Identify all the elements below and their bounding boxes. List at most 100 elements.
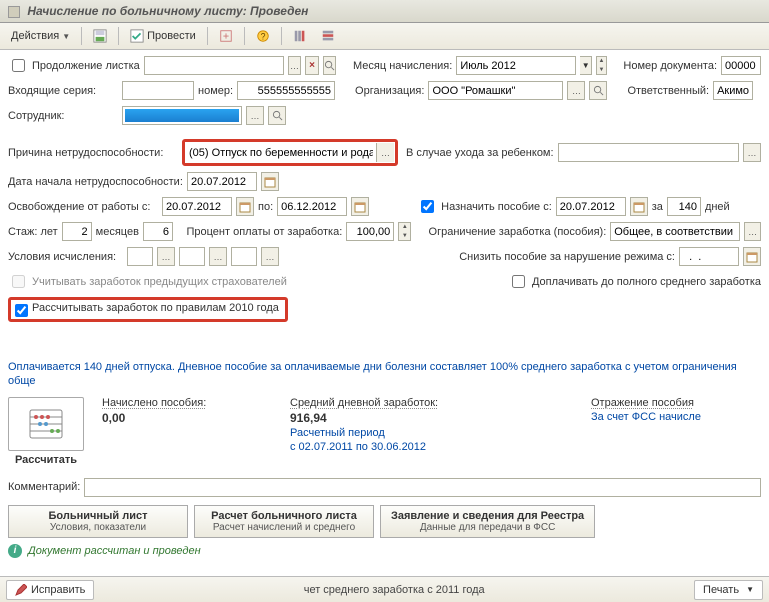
employee-input[interactable] [122,106,242,125]
row-start-date: Дата начала нетрудоспособности: [8,172,761,191]
status-text: Документ рассчитан и проведен [28,545,201,557]
info-text: Оплачивается 140 дней отпуска. Дневное п… [8,360,761,389]
row-conditions: Условия исчисления: … … … Снизить пособи… [8,247,761,266]
in-series-input[interactable] [122,81,194,100]
post-button[interactable]: Провести [125,26,201,46]
employee-pick[interactable]: … [246,106,264,125]
start-date-input[interactable] [187,172,257,191]
cond-pick-1[interactable]: … [157,247,175,266]
resp-label: Ответственный: [627,85,709,97]
print-button[interactable]: Печать▼ [694,580,763,600]
info-icon: i [8,544,22,558]
calendar-icon-2[interactable] [236,197,254,216]
cond-input-1[interactable] [127,247,153,266]
in-number-input[interactable] [237,81,335,100]
stazh-months-input[interactable] [143,222,173,241]
toolbar-icon-2[interactable] [288,26,312,46]
org-search[interactable] [589,81,607,100]
toolbar-icon-1[interactable] [214,26,238,46]
reason-highlight: … [182,139,398,166]
childcare-input[interactable] [558,143,739,162]
docnum-label: Номер документа: [623,60,717,72]
employee-label: Сотрудник: [8,110,118,122]
window-titlebar: Начисление по больничному листу: Проведе… [0,0,769,23]
tab-sick-leave[interactable]: Больничный лист Условия, показатели [8,505,188,538]
release-from-input[interactable] [162,197,232,216]
org-input[interactable] [428,81,563,100]
reason-input[interactable] [186,143,376,162]
period-value[interactable]: с 02.07.2011 по 30.06.2012 [290,441,490,453]
calendar-icon-4[interactable] [630,197,648,216]
cond-pick-3[interactable]: … [261,247,279,266]
abacus-icon [26,404,66,444]
pencil-icon [15,584,27,596]
tab-registry[interactable]: Заявление и сведения для Реестра Данные … [380,505,595,538]
release-to-input[interactable] [277,197,347,216]
cond-input-2[interactable] [179,247,205,266]
actions-menu-button[interactable]: Действия▼ [6,26,75,46]
reflect-link[interactable]: За счет ФСС начисле [591,411,761,423]
rule2010-checkbox[interactable] [15,304,28,317]
main-toolbar: Действия▼ Провести ? [0,23,769,50]
row-incoming: Входящие серия: номер: Организация: … От… [8,81,761,100]
reason-pick[interactable]: … [376,143,394,162]
release-label: Освобождение от работы с: [8,201,158,213]
avg-label: Средний дневной заработок: [290,397,490,409]
calculate-button[interactable] [8,397,84,451]
limit-label: Ограничение заработка (пособия): [429,226,607,238]
svg-text:?: ? [260,32,265,42]
row-stazh: Стаж: лет месяцев Процент оплаты от зара… [8,222,761,241]
row-comment: Комментарий: [8,478,761,497]
avg-value: 916,94 [290,411,490,425]
docnum-input[interactable] [721,56,761,75]
month-dropdown[interactable]: ▼ [580,56,592,75]
calendar-icon-5[interactable] [743,247,761,266]
childcare-pick[interactable]: … [743,143,761,162]
rule2010-highlight: Рассчитывать заработок по правилам 2010 … [8,297,288,322]
month-label: Месяц начисления: [353,60,452,72]
assign-date-input[interactable] [556,197,626,216]
month-input[interactable] [456,56,576,75]
rule2010-label: Рассчитывать заработок по правилам 2010 … [32,302,279,317]
calc-section: Рассчитать Начислено пособия: 0,00 Средн… [8,397,761,466]
continuation-checkbox[interactable] [12,59,25,72]
accrued-label: Начислено пособия: [102,397,272,409]
full-avg-checkbox[interactable] [512,275,525,288]
period-label[interactable]: Расчетный период [290,427,490,439]
percent-label: Процент оплаты от заработка: [186,226,342,238]
limit-pick[interactable]: … [744,222,761,241]
pick-button[interactable]: … [288,56,302,75]
calendar-icon[interactable] [261,172,279,191]
assign-checkbox[interactable] [421,200,434,213]
toolbar-icon-3[interactable] [316,26,340,46]
conditions-label: Условия исчисления: [8,251,123,263]
start-date-label: Дата начала нетрудоспособности: [8,176,183,188]
search-button[interactable] [323,56,337,75]
comment-input[interactable] [84,478,761,497]
row-rule2010: Рассчитывать заработок по правилам 2010 … [8,297,761,322]
help-icon[interactable]: ? [251,26,275,46]
stazh-years-input[interactable] [62,222,92,241]
percent-input[interactable] [346,222,394,241]
limit-input[interactable] [610,222,740,241]
cond-input-3[interactable] [231,247,257,266]
assign-days-input[interactable] [667,197,701,216]
employee-search[interactable] [268,106,286,125]
childcare-label: В случае ухода за ребенком: [406,147,554,159]
resp-input[interactable] [713,81,753,100]
percent-spinner[interactable]: ▲▼ [398,222,411,241]
save-post-icon[interactable] [88,26,112,46]
continuation-input[interactable] [144,56,284,75]
tab-calculation[interactable]: Расчет больничного листа Расчет начислен… [194,505,374,538]
row-employee: Сотрудник: … [8,106,761,125]
cond-pick-2[interactable]: … [209,247,227,266]
reduce-date-input[interactable] [679,247,739,266]
calculate-label: Рассчитать [15,454,77,466]
prev-insurers-checkbox [12,275,25,288]
clear-button[interactable]: × [305,56,319,75]
fix-button[interactable]: Исправить [6,580,94,600]
calendar-icon-3[interactable] [351,197,369,216]
tabs: Больничный лист Условия, показатели Расч… [8,505,761,538]
org-pick[interactable]: … [567,81,585,100]
month-spinner[interactable]: ▲▼ [596,56,607,75]
